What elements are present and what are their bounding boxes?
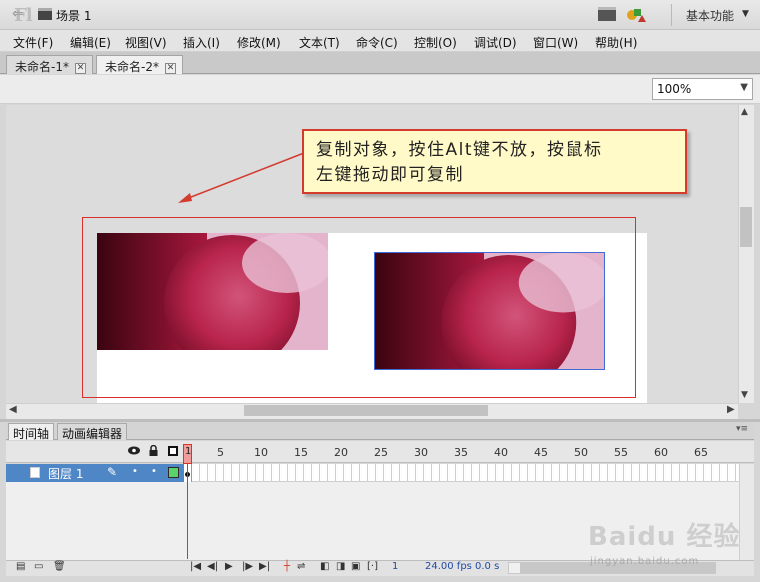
workspace-separator — [671, 4, 672, 26]
annotation-arrow — [178, 152, 305, 203]
play-icon[interactable]: ▶ — [225, 561, 233, 572]
menu-file[interactable]: 文件(F) — [13, 34, 53, 51]
close-icon[interactable]: ✕ — [74, 63, 86, 74]
menu-modify[interactable]: 修改(M) — [237, 34, 281, 51]
menu-window[interactable]: 窗口(W) — [533, 34, 578, 51]
document-tab-bar: 未命名-1* ✕ 未命名-2* ✕ — [0, 52, 760, 74]
stage-vertical-scrollbar[interactable] — [738, 105, 754, 403]
scene-breadcrumb[interactable]: 场景 1 — [56, 7, 91, 24]
callout-line: 左键拖动即可复制 — [316, 165, 464, 185]
timeline-panel-tabs: 时间轴 动画编辑器 — [6, 422, 754, 441]
menu-bar: 文件(F) 编辑(E) 视图(V) 插入(I) 修改(M) 文本(T) 命令(C… — [0, 30, 760, 52]
go-to-first-frame-icon[interactable]: |◀ — [190, 561, 201, 572]
ruler-number: 10 — [254, 446, 268, 459]
layer-outline-color-swatch[interactable] — [168, 467, 179, 478]
ruler-number: 60 — [654, 446, 668, 459]
annotation-callout: 复制对象，按住Alt键不放，按鼠标 左键拖动即可复制 — [302, 129, 687, 194]
menu-view[interactable]: 视图(V) — [125, 34, 167, 51]
chevron-right-icon[interactable]: ▶ — [727, 404, 735, 415]
onion-skin-icon[interactable]: ◧ — [320, 561, 329, 572]
ruler-number: 45 — [534, 446, 548, 459]
ruler-number: 25 — [374, 446, 388, 459]
playhead-frame-number: 1 — [185, 446, 192, 457]
layer-icon — [30, 467, 40, 478]
chevron-down-icon: ▼ — [740, 82, 748, 93]
edit-multiple-frames-icon[interactable]: ▣ — [351, 561, 360, 572]
frame-cells[interactable] — [184, 464, 739, 482]
menu-text[interactable]: 文本(T) — [299, 34, 340, 51]
eye-icon[interactable] — [128, 446, 140, 455]
menu-control[interactable]: 控制(O) — [414, 34, 457, 51]
center-frame-icon[interactable]: ┼ — [284, 561, 290, 572]
layer-list-empty-area — [6, 482, 184, 560]
vertical-scroll-thumb[interactable] — [740, 207, 752, 247]
ruler-number: 40 — [494, 446, 508, 459]
lock-icon[interactable] — [149, 445, 158, 456]
onion-skin-outlines-icon[interactable]: ◨ — [336, 561, 345, 572]
new-layer-icon[interactable]: ▤ — [16, 561, 25, 572]
callout-line: 复制对象，按住Alt键不放，按鼠标 — [316, 140, 603, 160]
frame-rate[interactable]: 24.00 fps — [425, 561, 472, 572]
title-bar — [0, 0, 760, 30]
menu-edit[interactable]: 编辑(E) — [70, 34, 111, 51]
edit-scene-icon[interactable] — [598, 7, 616, 21]
trash-icon[interactable]: 🗑 — [53, 561, 66, 572]
zoom-value: 100% — [657, 82, 692, 96]
ruler-number: 5 — [217, 446, 224, 459]
scene-clapper-icon — [38, 8, 52, 20]
tab-timeline[interactable]: 时间轴 — [8, 423, 55, 441]
menu-insert[interactable]: 插入(I) — [183, 34, 220, 51]
chevron-down-icon[interactable]: ▼ — [742, 9, 749, 19]
current-frame[interactable]: 1 — [392, 561, 398, 572]
tab-label: 未命名-1* — [15, 60, 69, 74]
ruler-number: 20 — [334, 446, 348, 459]
visibility-dot-icon[interactable]: • — [132, 466, 138, 477]
menu-commands[interactable]: 命令(C) — [356, 34, 398, 51]
edit-symbols-icon[interactable] — [626, 6, 646, 22]
chevron-down-icon[interactable]: ▼ — [741, 390, 748, 400]
step-forward-icon[interactable]: |▶ — [242, 561, 253, 572]
close-icon[interactable]: ✕ — [164, 63, 176, 74]
chevron-left-icon[interactable]: ◀ — [9, 404, 17, 415]
menu-debug[interactable]: 调试(D) — [474, 34, 517, 51]
playhead-line — [187, 464, 188, 559]
ruler-number: 55 — [614, 446, 628, 459]
ruler-number: 65 — [694, 446, 708, 459]
menu-help[interactable]: 帮助(H) — [595, 34, 637, 51]
tab-motion-editor[interactable]: 动画编辑器 — [57, 423, 128, 441]
workspace-switcher[interactable]: 基本功能 — [686, 7, 734, 24]
frame-ruler[interactable]: 5 10 15 20 25 30 35 40 45 50 55 60 65 — [183, 444, 738, 463]
timeline-vertical-scrollbar[interactable] — [739, 464, 754, 560]
tab-untitled-1[interactable]: 未命名-1* ✕ — [6, 55, 93, 74]
panel-menu-icon[interactable]: ▾≡ — [736, 424, 748, 434]
new-folder-icon[interactable]: ▭ — [34, 561, 43, 572]
step-back-icon[interactable]: ◀| — [207, 561, 218, 572]
elapsed-time: 0.0 s — [475, 561, 500, 572]
chevron-up-icon[interactable]: ▲ — [741, 107, 748, 117]
ruler-number: 15 — [294, 446, 308, 459]
outline-icon[interactable] — [168, 446, 178, 456]
ruler-number: 35 — [454, 446, 468, 459]
watermark-url: jingyan.baidu.com — [590, 556, 700, 567]
pencil-icon: ✎ — [107, 465, 118, 479]
annotation-highlight-box — [82, 217, 636, 398]
ruler-number: 30 — [414, 446, 428, 459]
ruler-number: 50 — [574, 446, 588, 459]
watermark-logo: Baidu 经验 — [588, 522, 741, 552]
tab-untitled-2[interactable]: 未命名-2* ✕ — [96, 55, 183, 74]
layer-name[interactable]: 图层 1 — [48, 465, 83, 482]
go-to-last-frame-icon[interactable]: ▶| — [259, 561, 270, 572]
horizontal-scroll-thumb[interactable] — [244, 405, 488, 416]
zoom-select[interactable]: 100% ▼ — [652, 78, 753, 100]
lock-dot-icon[interactable]: • — [151, 466, 157, 477]
back-arrow-icon[interactable]: ⇐ — [12, 6, 24, 22]
edit-bar — [0, 75, 760, 104]
modify-onion-markers-icon[interactable]: [·] — [367, 561, 378, 572]
tab-label: 未命名-2* — [105, 60, 159, 74]
loop-icon[interactable]: ⇌ — [297, 561, 305, 572]
